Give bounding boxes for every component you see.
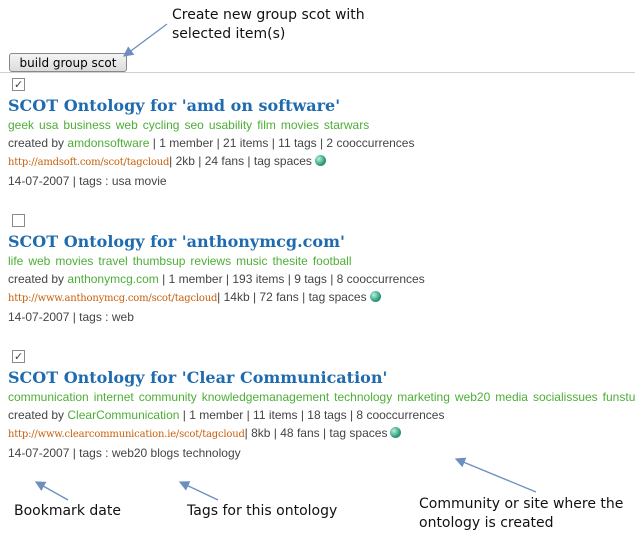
created-by-label: created by [8, 408, 65, 422]
tag-link[interactable]: communication [8, 390, 89, 404]
entry-stats: | 1 member | 193 items | 9 tags | 8 cooc… [162, 272, 425, 286]
tag-link[interactable]: reviews [190, 254, 231, 268]
tag-list: communication internet community knowledgem… [8, 388, 635, 406]
callout-arrow-tags [178, 481, 219, 501]
tagcloud-url[interactable]: http://amdsoft.com/scot/tagcloud [8, 157, 169, 168]
ontology-entry: SCOT Ontology for 'Clear Communication' … [8, 350, 635, 462]
globe-icon[interactable] [369, 291, 381, 302]
ontology-title[interactable]: SCOT Ontology for 'Clear Communication' [8, 368, 633, 388]
tag-link[interactable]: media [495, 390, 528, 404]
creator-line: created by amdonsoftware | 1 member | 21… [8, 134, 633, 152]
tag-link[interactable]: socialissues [533, 390, 598, 404]
tag-link[interactable]: community [139, 390, 197, 404]
tag-link[interactable]: usa [39, 118, 58, 132]
globe-icon[interactable] [390, 427, 402, 438]
tag-link[interactable]: football [313, 254, 352, 268]
annotation-tags: Tags for this ontology [187, 503, 338, 519]
tag-link[interactable]: life [8, 254, 23, 268]
callout-arrow-button [122, 23, 168, 57]
tag-list: life web movies travel thumbsup reviews music t… [8, 252, 633, 270]
ontology-entry: SCOT Ontology for 'anthonymcg.com' life w… [8, 214, 633, 326]
created-by-label: created by [8, 272, 65, 286]
date-tags-line: 14-07-2007 | tags : web [8, 310, 134, 324]
url-line: http://amdsoft.com/scot/tagcloud| 2kb | … [8, 152, 633, 172]
tag-link[interactable]: web [116, 118, 138, 132]
url-stats: | 14kb | 72 fans | tag spaces [217, 290, 367, 304]
annotation-community: Community or site where the ontology is … [419, 496, 624, 531]
creator-link[interactable]: anthonymcg.com [67, 272, 158, 286]
divider [0, 72, 635, 73]
tag-link[interactable]: movies [281, 118, 319, 132]
creator-link[interactable]: amdonsoftware [67, 136, 149, 150]
url-line: http://www.anthonymcg.com/scot/tagcloud|… [8, 288, 633, 308]
select-checkbox[interactable] [12, 78, 25, 91]
entry-stats: | 1 member | 21 items | 11 tags | 2 cooc… [152, 136, 415, 150]
tag-link[interactable]: web [28, 254, 50, 268]
select-checkbox[interactable] [12, 214, 25, 227]
tag-list: geek usa business web cycling seo usability fil… [8, 116, 633, 134]
annotation-create-group: Create new group scot with selected item… [172, 7, 365, 42]
tag-link[interactable]: music [236, 254, 267, 268]
globe-icon[interactable] [314, 155, 326, 166]
tag-link[interactable]: marketing [397, 390, 450, 404]
annotation-bookmark-date: Bookmark date [14, 503, 121, 519]
ontology-entry: SCOT Ontology for 'amd on software' geek… [8, 78, 633, 190]
ontology-title[interactable]: SCOT Ontology for 'amd on software' [8, 96, 633, 116]
tag-link[interactable]: technology [334, 390, 392, 404]
build-group-scot-button[interactable]: build group scot [9, 53, 127, 72]
created-by-label: created by [8, 136, 65, 150]
tag-link[interactable]: internet [94, 390, 134, 404]
creator-link[interactable]: ClearCommunication [67, 408, 179, 422]
tag-link[interactable]: movies [55, 254, 93, 268]
tagcloud-url[interactable]: http://www.anthonymcg.com/scot/tagcloud [8, 293, 217, 304]
callout-arrow-date [34, 481, 69, 501]
ontology-title[interactable]: SCOT Ontology for 'anthonymcg.com' [8, 232, 633, 252]
tag-link[interactable]: web20 [455, 390, 490, 404]
tag-link[interactable]: business [63, 118, 110, 132]
tag-link[interactable]: starwars [324, 118, 369, 132]
select-checkbox[interactable] [12, 350, 25, 363]
tag-link[interactable]: thesite [272, 254, 307, 268]
tag-link[interactable]: seo [184, 118, 203, 132]
url-line: http://www.clearcommunication.ie/scot/ta… [8, 424, 633, 444]
tagcloud-url[interactable]: http://www.clearcommunication.ie/scot/ta… [8, 429, 245, 440]
date-tags-line: 14-07-2007 | tags : usa movie [8, 174, 167, 188]
callout-arrow-community [454, 457, 537, 493]
url-stats: | 2kb | 24 fans | tag spaces [169, 154, 312, 168]
creator-line: created by anthonymcg.com | 1 member | 1… [8, 270, 633, 288]
url-stats: | 8kb | 48 fans | tag spaces [244, 426, 388, 440]
tag-link[interactable]: usability [209, 118, 252, 132]
entry-stats: | 1 member | 11 items | 18 tags | 8 cooc… [182, 408, 445, 422]
tag-link[interactable]: thumbsup [133, 254, 186, 268]
tag-link[interactable]: funstuff [603, 390, 635, 404]
tag-link[interactable]: travel [98, 254, 127, 268]
tag-link[interactable]: film [257, 118, 276, 132]
tag-link[interactable]: geek [8, 118, 34, 132]
date-tags-line: 14-07-2007 | tags : web20 blogs technolo… [8, 446, 241, 460]
tag-link[interactable]: knowledgemanagement [202, 390, 329, 404]
creator-line: created by ClearCommunication | 1 member… [8, 406, 633, 424]
tag-link[interactable]: cycling [143, 118, 180, 132]
